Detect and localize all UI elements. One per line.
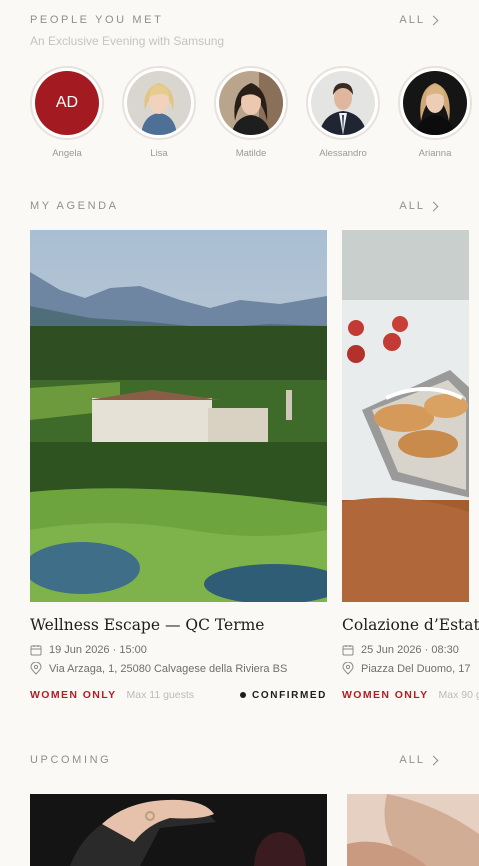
- people-section-title: PEOPLE YOU MET: [30, 14, 164, 26]
- chevron-right-icon: [428, 15, 439, 25]
- chevron-right-icon: [428, 755, 439, 765]
- calendar-icon: [30, 645, 42, 656]
- agenda-all-link[interactable]: ALL: [399, 200, 439, 212]
- avatar[interactable]: AD: [30, 66, 104, 140]
- person-arianna[interactable]: Arianna: [398, 66, 472, 159]
- upcoming-all-link[interactable]: ALL: [399, 754, 439, 766]
- event-footer: WOMEN ONLY Max 90 g: [342, 689, 479, 701]
- avatar[interactable]: [122, 66, 196, 140]
- event-address: Piazza Del Duomo, 17: [361, 662, 471, 675]
- avatar-photo: [127, 71, 191, 135]
- person-name: Arianna: [418, 148, 452, 159]
- event-title: Wellness Escape — QC Terme: [30, 616, 265, 634]
- person-name: Angela: [52, 148, 82, 159]
- location-pin-icon: [342, 662, 354, 675]
- calendar-icon: [342, 645, 354, 656]
- agenda-section-title: MY AGENDA: [30, 200, 119, 212]
- max-guests-label: Max 11 guests: [126, 689, 195, 701]
- upcoming-card-2[interactable]: [347, 794, 479, 866]
- person-angela[interactable]: AD Angela: [30, 66, 104, 159]
- agenda-card-qc-terme[interactable]: Wellness Escape — QC Terme 19 Jun 2026 ·…: [30, 230, 327, 701]
- event-photo: [30, 230, 327, 602]
- event-footer: WOMEN ONLY Max 11 guests CONFIRMED: [30, 689, 327, 701]
- avatar[interactable]: [306, 66, 380, 140]
- women-only-tag: WOMEN ONLY: [30, 689, 117, 701]
- upcoming-card-1[interactable]: [30, 794, 327, 866]
- status-badge: CONFIRMED: [240, 690, 327, 701]
- upcoming-all-label: ALL: [399, 754, 425, 766]
- agenda-section-header: MY AGENDA ALL: [30, 200, 439, 212]
- person-lisa[interactable]: Lisa: [122, 66, 196, 159]
- event-datetime-row: 19 Jun 2026 · 15:00: [30, 644, 327, 656]
- avatar[interactable]: [398, 66, 472, 140]
- event-photo: [342, 230, 469, 602]
- person-name: Matilde: [235, 148, 267, 159]
- person-matilde[interactable]: Matilde: [214, 66, 288, 159]
- event-datetime: 19 Jun 2026 · 15:00: [49, 644, 147, 656]
- event-address: Via Arzaga, 1, 25080 Calvagese della Riv…: [49, 662, 288, 675]
- chevron-right-icon: [428, 201, 439, 211]
- avatar-photo: [403, 71, 467, 135]
- person-name: Alessandro: [319, 148, 367, 159]
- max-guests-label: Max 90 g: [438, 689, 479, 701]
- event-datetime: 25 Jun 2026 · 08:30: [361, 644, 459, 656]
- status-label: CONFIRMED: [252, 689, 327, 701]
- person-name: Lisa: [150, 148, 168, 159]
- person-alessandro[interactable]: Alessandro: [306, 66, 380, 159]
- people-event-subtitle: An Exclusive Evening with Samsung: [30, 34, 225, 48]
- avatar[interactable]: [214, 66, 288, 140]
- upcoming-section-header: UPCOMING ALL: [30, 754, 439, 766]
- event-location-row: Via Arzaga, 1, 25080 Calvagese della Riv…: [30, 662, 327, 675]
- avatar-initials: AD: [35, 71, 99, 135]
- upcoming-section-title: UPCOMING: [30, 754, 112, 766]
- people-all-link[interactable]: ALL: [399, 14, 439, 26]
- avatar-photo: [219, 71, 283, 135]
- event-title: Colazione d’Estate: [342, 616, 479, 634]
- agenda-card-colazione[interactable]: Colazione d’Estate 25 Jun 2026 · 08:30 P…: [342, 230, 479, 701]
- people-all-label: ALL: [399, 14, 425, 26]
- event-location-row: Piazza Del Duomo, 17: [342, 662, 479, 675]
- people-section-header: PEOPLE YOU MET ALL: [30, 14, 439, 26]
- location-pin-icon: [30, 662, 42, 675]
- avatar-photo: [311, 71, 375, 135]
- event-photo: [30, 794, 327, 866]
- event-photo: [347, 794, 479, 866]
- people-carousel[interactable]: AD Angela Lisa Matilde Alessandro Ariann…: [30, 66, 479, 166]
- women-only-tag: WOMEN ONLY: [342, 689, 429, 701]
- event-datetime-row: 25 Jun 2026 · 08:30: [342, 644, 479, 656]
- status-dot-icon: [240, 692, 247, 698]
- agenda-all-label: ALL: [399, 200, 425, 212]
